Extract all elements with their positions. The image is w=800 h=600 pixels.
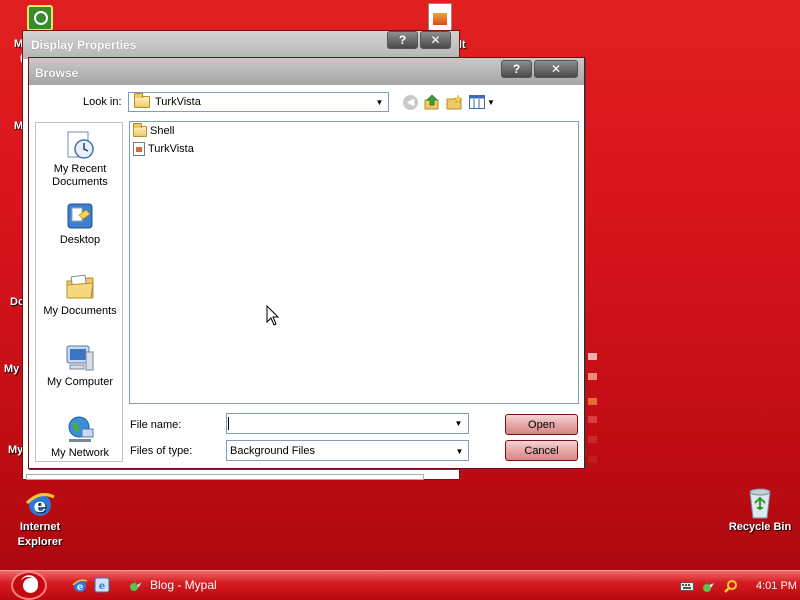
place-my-documents[interactable]: My Documents [36,271,124,318]
my-computer-icon [66,345,94,371]
title-bar-buttons: ? ✕ [387,31,451,49]
title-bar-buttons: ? ✕ [501,60,578,78]
idefault-file-icon[interactable] [428,3,452,33]
close-button[interactable]: ✕ [420,31,451,49]
chevron-down-icon: ▼ [487,97,495,107]
image-file-icon [133,142,145,156]
place-my-recent-documents[interactable]: My Recent Documents [36,129,124,189]
clock: 4:01 PM [756,579,797,592]
place-label: My Documents [43,305,117,317]
help-button[interactable]: ? [387,31,418,49]
desktop-icon-internet-explorer[interactable]: e Internet Explorer [8,488,72,550]
look-in-value: TurkVista [155,96,201,108]
place-label: Documents [52,176,108,188]
place-my-computer[interactable]: My Computer [36,342,124,389]
decor-block [588,436,597,443]
svg-text:e: e [99,581,105,592]
chevron-down-icon[interactable]: ▼ [371,93,388,111]
files-of-type-value: Background Files [230,445,315,457]
look-in-label: Look in: [83,96,122,108]
desktop-icon-label-partial: My [8,444,24,456]
system-tray: 4:01 PM [670,571,800,600]
place-my-network[interactable]: My Network [36,413,124,460]
desktop-icon [67,203,93,229]
internet-explorer-icon[interactable]: e [72,577,88,593]
desktop-icon-label-partial: My [4,363,20,375]
mouse-cursor-icon [266,305,280,326]
views-menu-icon[interactable]: ▼ [469,94,495,110]
files-of-type-label: Files of type: [130,445,193,457]
decor-block [588,416,597,423]
taskbar-item-label: Blog - Mypal [150,578,217,592]
messenger-icon[interactable]: e [94,577,110,593]
place-label: Desktop [59,234,101,246]
folder-icon [134,93,150,108]
recycle-bin-icon [749,488,771,519]
file-name-input[interactable] [226,413,469,434]
decor-block [588,398,597,405]
back-arrow-icon[interactable]: ◀ [403,94,418,110]
search-icon[interactable] [724,579,738,593]
folder-icon [133,122,147,137]
grid-view-icon [469,95,485,109]
place-label: My Recent [53,163,107,175]
decor-block [588,353,597,360]
files-of-type-dropdown[interactable]: Background Files ▼ [226,440,469,461]
cancel-button[interactable]: Cancel [505,440,578,461]
place-desktop[interactable]: Desktop [36,200,124,247]
desktop-app-icon[interactable] [27,5,53,31]
file-name: TurkVista [148,143,194,155]
navigation-toolbar: ◀ ▼ [403,94,495,110]
help-button[interactable]: ? [501,60,532,78]
places-bar: My Recent Documents Desktop My Documents [35,122,123,462]
internet-explorer-icon: e [25,493,55,517]
desktop-icon-recycle-bin[interactable]: Recycle Bin [726,486,794,535]
svg-text:e: e [77,582,83,593]
open-button[interactable]: Open [505,414,578,435]
chevron-down-icon[interactable]: ▼ [450,414,467,432]
up-folder-icon[interactable] [424,94,440,110]
start-logo-icon [23,578,38,593]
decorative-blocks [588,350,600,470]
list-item[interactable]: TurkVista [133,142,194,156]
close-button[interactable]: ✕ [534,60,578,78]
desktop-icon-label: Explorer [17,536,63,548]
my-network-icon [68,416,94,442]
desktop-icon-label: Internet [19,521,61,533]
decor-block [588,373,597,380]
taskbar-item-blog-mypal[interactable]: Blog - Mypal [128,577,217,593]
new-folder-icon[interactable] [446,94,463,110]
file-name: Shell [150,125,175,137]
file-name-label: File name: [130,419,182,431]
browse-dialog: Browse ? ✕ Look in: TurkVista ▼ ◀ ▼ My R… [28,57,585,469]
place-label: My Network [50,447,110,459]
chevron-down-icon[interactable]: ▼ [451,442,468,460]
keyboard-icon[interactable] [680,580,694,592]
window-frame-edge [26,474,424,480]
recent-documents-icon [67,131,94,159]
look-in-dropdown[interactable]: TurkVista ▼ [128,92,389,112]
my-documents-icon [66,274,94,299]
desktop-icon-label: Recycle Bin [728,521,792,533]
text-caret [228,417,229,430]
list-item[interactable]: Shell [133,122,175,137]
network-tray-icon[interactable] [702,579,716,593]
file-list[interactable]: Shell TurkVista [129,121,579,404]
decor-block [588,456,597,463]
place-label: My Computer [46,376,114,388]
mypal-browser-icon [130,578,143,591]
